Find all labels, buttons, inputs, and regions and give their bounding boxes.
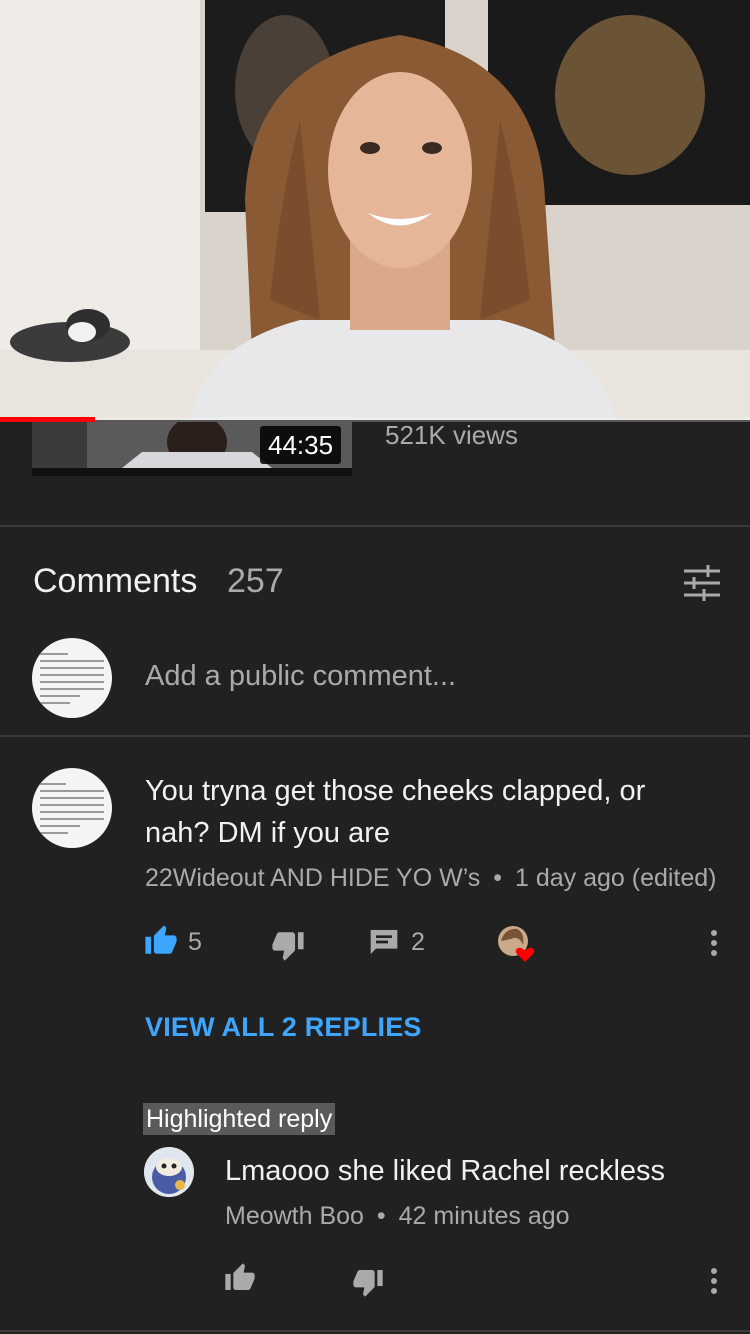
- comment-avatar[interactable]: [32, 768, 112, 848]
- thumbs-down-icon[interactable]: [271, 928, 305, 962]
- reply-icon[interactable]: [368, 926, 400, 958]
- view-count: 521K views: [385, 420, 518, 450]
- reply-meta: Meowth Boo • 42 minutes ago: [225, 1202, 570, 1231]
- reply-time: 42 minutes ago: [398, 1202, 570, 1230]
- reply-avatar[interactable]: [144, 1147, 194, 1197]
- comment-time: 1 day ago (edited): [514, 864, 717, 892]
- sort-filter-icon[interactable]: [680, 563, 724, 603]
- comments-count: 257: [227, 562, 284, 600]
- comment-author[interactable]: 22Wideout AND HIDE YO W’s: [145, 864, 480, 892]
- meta-separator: •: [493, 864, 503, 892]
- divider: [0, 1330, 750, 1332]
- duration-badge: 44:35: [260, 426, 342, 464]
- comment-meta: 22Wideout AND HIDE YO W’s • 1 day ago (e…: [145, 864, 717, 893]
- add-comment-input[interactable]: Add a public comment...: [145, 660, 456, 693]
- thumbs-down-icon[interactable]: [352, 1266, 384, 1298]
- divider: [0, 525, 750, 527]
- divider: [0, 735, 750, 737]
- avatar: [32, 638, 112, 718]
- reply-count: 2: [411, 928, 425, 956]
- reply-text: Lmaooo she liked Rachel reckless: [225, 1155, 666, 1187]
- highlighted-reply-badge: Highlighted reply: [143, 1103, 336, 1135]
- meta-separator: •: [376, 1202, 386, 1230]
- thumbs-up-icon[interactable]: [144, 924, 178, 958]
- creator-heart-icon: [497, 925, 539, 967]
- view-all-replies-button[interactable]: VIEW ALL 2 REPLIES: [145, 1012, 422, 1043]
- video-frame: [0, 0, 750, 420]
- reply-author[interactable]: Meowth Boo: [225, 1202, 364, 1230]
- comment-text-line1: You tryna get those cheeks clapped, or: [145, 775, 646, 807]
- more-vert-icon[interactable]: [702, 928, 726, 958]
- thumbs-up-icon[interactable]: [224, 1262, 256, 1294]
- comments-title: Comments: [33, 562, 198, 600]
- more-vert-icon[interactable]: [702, 1266, 726, 1296]
- comment-text-line2: nah? DM if you are: [145, 817, 391, 849]
- video-player[interactable]: [0, 0, 750, 420]
- like-count: 5: [188, 928, 202, 956]
